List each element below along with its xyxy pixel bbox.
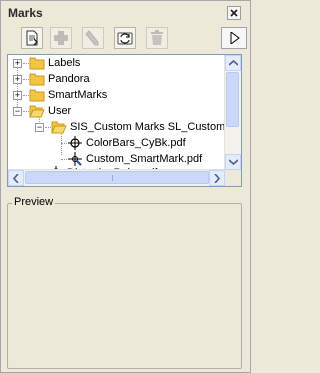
panel-title: Marks <box>8 6 43 20</box>
expand-toggle[interactable]: + <box>13 91 22 100</box>
collapse-toggle[interactable]: − <box>13 107 22 116</box>
refresh-button[interactable] <box>114 27 136 49</box>
delete-button[interactable] <box>146 27 168 49</box>
vertical-scrollbar[interactable] <box>224 55 241 170</box>
chevron-down-icon <box>229 159 238 165</box>
close-button[interactable] <box>227 6 241 20</box>
smartmark-icon <box>68 152 82 166</box>
scroll-left-button[interactable] <box>8 170 24 186</box>
add-button[interactable] <box>50 27 72 49</box>
expand-toggle[interactable]: + <box>13 59 22 68</box>
scroll-thumb[interactable] <box>226 72 239 127</box>
expand-button[interactable] <box>221 27 247 49</box>
folder-icon <box>29 73 45 86</box>
scrollbar-corner <box>225 170 241 186</box>
chevron-left-icon <box>13 174 19 183</box>
tree-item-pandora[interactable]: + Pandora <box>8 71 225 87</box>
tree-item-sis-custom-marks[interactable]: − SIS_Custom Marks SL_Custom M <box>8 119 238 135</box>
trash-icon <box>151 30 163 45</box>
tree-item-colorbars-cybk[interactable]: ColorBars_CyBk.pdf <box>8 135 225 151</box>
import-document-icon <box>26 30 38 46</box>
folder-open-icon <box>51 121 67 134</box>
toolbar <box>2 25 249 51</box>
chevron-up-icon <box>229 60 238 66</box>
refresh-icon <box>117 32 133 45</box>
tree-item-smartmarks[interactable]: + SmartMarks <box>8 87 225 103</box>
preview-label: Preview <box>12 196 56 208</box>
crosshair-icon <box>68 136 82 150</box>
folder-open-icon <box>29 105 45 118</box>
marks-panel: Marks + Labels + Pandora + SmartMarks − … <box>0 0 251 373</box>
tree-item-label: SmartMarks <box>48 89 108 101</box>
tree-item-label: ColorBars_CyBk.pdf <box>86 137 186 149</box>
add-icon <box>54 31 68 45</box>
marks-tree[interactable]: + Labels + Pandora + SmartMarks − User −… <box>7 54 242 187</box>
tree-item-label: User <box>48 105 72 117</box>
chevron-right-icon <box>214 174 220 183</box>
expand-toggle[interactable]: + <box>13 75 22 84</box>
tree-item-label: SIS_Custom Marks SL_Custom M <box>70 121 238 133</box>
preview-group: Preview <box>7 196 242 369</box>
scroll-right-button[interactable] <box>209 170 225 186</box>
scroll-down-button[interactable] <box>225 154 241 170</box>
triangle-right-icon <box>230 32 240 44</box>
scroll-up-button[interactable] <box>225 55 241 71</box>
edit-button[interactable] <box>82 27 104 49</box>
tree-item-label: Pandora <box>48 73 90 85</box>
tree-item-labels[interactable]: + Labels <box>8 55 225 71</box>
folder-icon <box>29 57 45 70</box>
folder-icon <box>29 89 45 102</box>
tree-item-user[interactable]: − User <box>8 103 225 119</box>
import-button[interactable] <box>21 27 43 49</box>
horizontal-scrollbar[interactable] <box>8 169 225 186</box>
scroll-thumb[interactable] <box>25 171 209 184</box>
edit-icon <box>85 30 99 46</box>
collapse-toggle[interactable]: − <box>35 123 44 132</box>
close-icon <box>230 9 238 17</box>
tree-item-label: Labels <box>48 57 81 69</box>
title-bar: Marks <box>2 2 249 24</box>
